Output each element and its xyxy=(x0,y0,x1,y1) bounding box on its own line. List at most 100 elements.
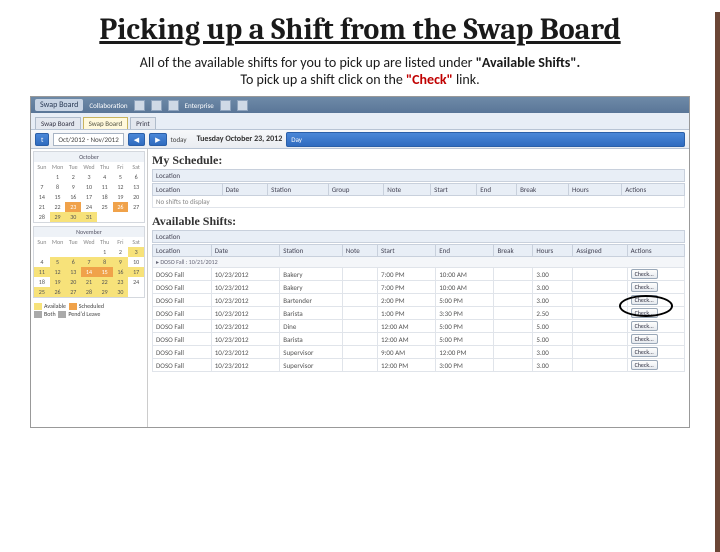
nav-day-button[interactable]: Day xyxy=(286,132,685,147)
nav-today-sub[interactable]: today xyxy=(171,135,187,144)
calendar-day[interactable]: 20 xyxy=(128,192,144,202)
calendar-day[interactable]: 19 xyxy=(113,192,129,202)
grid-icon[interactable] xyxy=(237,100,248,111)
calendar-day[interactable]: 9 xyxy=(113,257,129,267)
calendar-day[interactable] xyxy=(50,247,66,257)
calendar-day[interactable]: 28 xyxy=(81,287,97,297)
calendar-day[interactable]: 12 xyxy=(50,267,66,277)
calendar-day[interactable]: 7 xyxy=(34,182,50,192)
tab-swap-board-2[interactable]: Swap Board xyxy=(83,117,129,129)
calendar-day[interactable]: 22 xyxy=(50,202,66,212)
calendar-day[interactable]: 29 xyxy=(97,287,113,297)
tab-swap-board-1[interactable]: Swap Board xyxy=(35,117,81,129)
calendar-day[interactable] xyxy=(34,172,50,182)
calendar-day[interactable] xyxy=(65,247,81,257)
calendar-day[interactable]: 11 xyxy=(34,267,50,277)
calendar-day[interactable] xyxy=(34,247,50,257)
calendar-day[interactable]: 16 xyxy=(65,192,81,202)
calendar-day[interactable]: 24 xyxy=(128,277,144,287)
check-link[interactable]: Check... xyxy=(631,295,658,305)
calendar-day[interactable]: 9 xyxy=(65,182,81,192)
nav-date-range[interactable]: Oct/2012 - Nov/2012 xyxy=(53,133,123,146)
calendar-day[interactable]: 2 xyxy=(113,247,129,257)
calendar-day[interactable]: 15 xyxy=(97,267,113,277)
calendar-day[interactable]: 22 xyxy=(97,277,113,287)
topbar-menu-collaboration[interactable]: Collaboration xyxy=(89,101,127,110)
check-link[interactable]: Check... xyxy=(631,269,658,279)
calendar-day[interactable]: 16 xyxy=(113,267,129,277)
topbar-tab[interactable]: Swap Board xyxy=(35,99,83,111)
calendar-day[interactable]: 11 xyxy=(97,182,113,192)
nav-today-button[interactable]: t xyxy=(35,133,49,146)
calendar-day[interactable]: 21 xyxy=(34,202,50,212)
calendar-day[interactable]: 6 xyxy=(65,257,81,267)
calendar-day[interactable]: 7 xyxy=(81,257,97,267)
calendar-day[interactable]: 18 xyxy=(34,277,50,287)
calendar-day[interactable]: 19 xyxy=(50,277,66,287)
calendar-day[interactable]: 26 xyxy=(113,202,129,212)
calendar-day[interactable]: 14 xyxy=(34,192,50,202)
calendar-day[interactable]: 8 xyxy=(97,257,113,267)
calendar-day[interactable] xyxy=(113,212,129,222)
topbar-menu-enterprise[interactable]: Enterprise xyxy=(185,101,214,110)
body-text-1b: "Available Shifts". xyxy=(476,54,581,71)
calendar-day[interactable]: 14 xyxy=(81,267,97,277)
calendar-day[interactable]: 30 xyxy=(65,212,81,222)
calendar-day[interactable]: 31 xyxy=(81,212,97,222)
calendar-day[interactable]: 30 xyxy=(113,287,129,297)
col-header: Assigned xyxy=(573,245,627,257)
calendar-day[interactable]: 21 xyxy=(81,277,97,287)
calendar-day[interactable]: 17 xyxy=(128,267,144,277)
copy-icon[interactable] xyxy=(220,100,231,111)
calendar-day[interactable]: 5 xyxy=(113,172,129,182)
calendar-day[interactable]: 17 xyxy=(81,192,97,202)
tab-print[interactable]: Print xyxy=(130,117,156,129)
check-link[interactable]: Check... xyxy=(631,321,658,331)
calendar-day[interactable]: 24 xyxy=(81,202,97,212)
calendar-day[interactable]: 13 xyxy=(65,267,81,277)
calendar-day[interactable]: 26 xyxy=(50,287,66,297)
calendar-day[interactable]: 1 xyxy=(50,172,66,182)
calendar-day[interactable]: 2 xyxy=(65,172,81,182)
nav-next-button[interactable]: ▶ xyxy=(149,133,166,146)
calendar-day[interactable] xyxy=(81,247,97,257)
nav-prev-button[interactable]: ◀ xyxy=(128,133,145,146)
calendar-day[interactable]: 6 xyxy=(128,172,144,182)
calendar-day[interactable]: 27 xyxy=(65,287,81,297)
calendar-day[interactable]: 25 xyxy=(97,202,113,212)
check-link[interactable]: Check... xyxy=(631,308,658,318)
calendar-day[interactable]: 15 xyxy=(50,192,66,202)
calendar-day[interactable]: 20 xyxy=(65,277,81,287)
save-icon[interactable] xyxy=(134,100,145,111)
refresh-icon[interactable] xyxy=(151,100,162,111)
calendar-day[interactable]: 12 xyxy=(113,182,129,192)
check-link[interactable]: Check... xyxy=(631,282,658,292)
calendar-day[interactable]: 25 xyxy=(34,287,50,297)
calendar-day[interactable]: 23 xyxy=(113,277,129,287)
calendar-day[interactable]: 10 xyxy=(128,257,144,267)
calendar-day[interactable]: 3 xyxy=(81,172,97,182)
calendar-day[interactable]: 10 xyxy=(81,182,97,192)
group-row[interactable]: ▸ DOSO Fall : 10/21/2012 xyxy=(153,257,685,268)
check-link[interactable]: Check... xyxy=(631,347,658,357)
col-header: Date xyxy=(211,245,280,257)
col-header: Location xyxy=(153,184,223,196)
calendar-day[interactable]: 3 xyxy=(128,247,144,257)
calendar-day[interactable] xyxy=(97,212,113,222)
calendar-day[interactable]: 8 xyxy=(50,182,66,192)
calendar-day[interactable]: 23 xyxy=(65,202,81,212)
calendar-day[interactable]: 5 xyxy=(50,257,66,267)
calendar-day[interactable]: 28 xyxy=(34,212,50,222)
calendar-day[interactable]: 4 xyxy=(34,257,50,267)
doc-icon[interactable] xyxy=(168,100,179,111)
calendar-day[interactable] xyxy=(128,287,144,297)
calendar-day[interactable]: 27 xyxy=(128,202,144,212)
calendar-day[interactable]: 4 xyxy=(97,172,113,182)
calendar-day[interactable]: 13 xyxy=(128,182,144,192)
calendar-day[interactable]: 18 xyxy=(97,192,113,202)
check-link[interactable]: Check... xyxy=(631,334,658,344)
calendar-day[interactable]: 1 xyxy=(97,247,113,257)
check-link[interactable]: Check... xyxy=(631,360,658,370)
calendar-day[interactable]: 29 xyxy=(50,212,66,222)
calendar-day[interactable] xyxy=(128,212,144,222)
